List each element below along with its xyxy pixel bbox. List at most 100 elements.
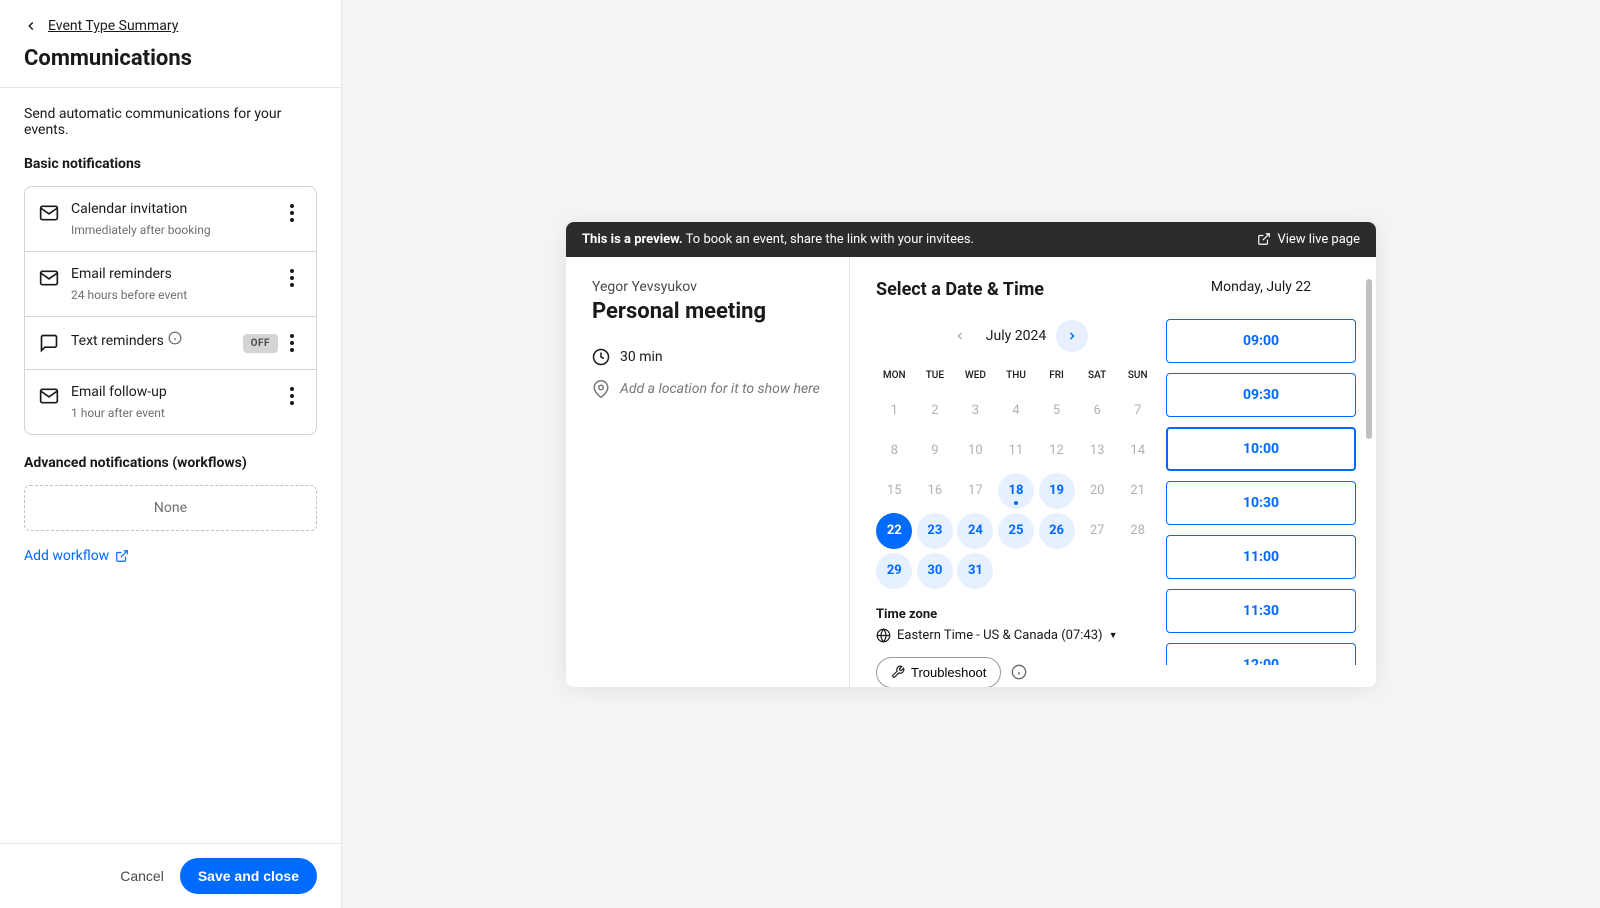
time-slot[interactable]: 10:30 — [1166, 481, 1356, 525]
back-link[interactable]: Event Type Summary — [24, 18, 178, 34]
save-button[interactable]: Save and close — [180, 858, 317, 894]
calendar-day[interactable]: 22 — [876, 513, 912, 549]
sidebar: Event Type Summary Communications Send a… — [0, 0, 342, 908]
calendar-day[interactable]: 31 — [957, 553, 993, 589]
calendar-day — [998, 553, 1034, 589]
dow-label: WED — [957, 366, 994, 389]
mail-icon — [39, 268, 59, 288]
mail-icon — [39, 386, 59, 406]
calendar-day: 14 — [1120, 433, 1156, 469]
calendar-day: 16 — [917, 473, 953, 509]
more-menu-button[interactable] — [282, 266, 302, 290]
mail-icon — [39, 203, 59, 223]
notification-subtitle: 24 hours before event — [71, 288, 282, 302]
info-icon[interactable] — [168, 331, 182, 345]
calendar-day — [1079, 553, 1115, 589]
wrench-icon — [891, 665, 905, 679]
calendar-day: 6 — [1079, 393, 1115, 429]
location-icon — [592, 380, 610, 398]
calendar-day: 13 — [1079, 433, 1115, 469]
dow-label: FRI — [1038, 366, 1075, 389]
meeting-title: Personal meeting — [592, 299, 823, 324]
time-slot[interactable]: 09:30 — [1166, 373, 1356, 417]
calendar-day[interactable]: 30 — [917, 553, 953, 589]
calendar-day: 8 — [876, 433, 912, 469]
external-link-icon — [1257, 232, 1271, 246]
view-live-link[interactable]: View live page — [1257, 232, 1360, 247]
chevron-right-icon — [1066, 330, 1078, 342]
dow-label: SAT — [1079, 366, 1116, 389]
add-workflow-link[interactable]: Add workflow — [24, 548, 129, 564]
calendar-day: 7 — [1120, 393, 1156, 429]
add-workflow-label: Add workflow — [24, 548, 109, 564]
next-month-button[interactable] — [1056, 320, 1088, 352]
notification-subtitle: 1 hour after event — [71, 406, 282, 420]
prev-month-button[interactable] — [944, 320, 976, 352]
calendar-day: 10 — [957, 433, 993, 469]
troubleshoot-label: Troubleshoot — [911, 665, 986, 680]
notification-item[interactable]: Text remindersOFF — [25, 317, 316, 370]
workflow-empty: None — [24, 485, 317, 531]
time-slot[interactable]: 12:00 — [1166, 643, 1356, 665]
notification-item[interactable]: Calendar invitation Immediately after boo… — [25, 187, 316, 252]
calendar-day: 9 — [917, 433, 953, 469]
calendar-day: 27 — [1079, 513, 1115, 549]
more-menu-button[interactable] — [282, 331, 302, 355]
month-label: July 2024 — [986, 328, 1046, 344]
dow-label: MON — [876, 366, 913, 389]
time-slot[interactable]: 10:00 — [1166, 427, 1356, 471]
cancel-button[interactable]: Cancel — [120, 868, 164, 884]
calendar-day: 4 — [998, 393, 1034, 429]
more-menu-button[interactable] — [282, 384, 302, 408]
advanced-notifications-label: Advanced notifications (workflows) — [24, 455, 317, 471]
chat-icon — [39, 333, 59, 353]
calendar-day[interactable]: 25 — [998, 513, 1034, 549]
view-live-label: View live page — [1277, 232, 1360, 247]
calendar-day: 17 — [957, 473, 993, 509]
info-icon[interactable] — [1011, 664, 1027, 680]
notification-title: Email follow-up — [71, 384, 282, 400]
calendar-day: 2 — [917, 393, 953, 429]
time-slot[interactable]: 09:00 — [1166, 319, 1356, 363]
calendar-day: 28 — [1120, 513, 1156, 549]
notification-list: Calendar invitation Immediately after boo… — [24, 186, 317, 435]
troubleshoot-button[interactable]: Troubleshoot — [876, 657, 1001, 687]
notification-title: Calendar invitation — [71, 201, 282, 217]
chevron-left-icon — [954, 330, 966, 342]
dow-label: SUN — [1119, 366, 1156, 389]
calendar-day: 3 — [957, 393, 993, 429]
calendar-day[interactable]: 29 — [876, 553, 912, 589]
scrollbar[interactable] — [1366, 279, 1372, 439]
notification-title: Text reminders — [71, 331, 243, 349]
notification-item[interactable]: Email follow-up 1 hour after event — [25, 370, 316, 434]
main: This is a preview. To book an event, sha… — [342, 0, 1600, 908]
dow-label: THU — [998, 366, 1035, 389]
preview-bar: This is a preview. To book an event, sha… — [566, 222, 1376, 257]
calendar-day[interactable]: 26 — [1039, 513, 1075, 549]
calendar-day[interactable]: 24 — [957, 513, 993, 549]
chevron-left-icon — [24, 19, 38, 33]
preview-bar-bold: This is a preview. — [582, 232, 683, 247]
selected-date: Monday, July 22 — [1166, 279, 1356, 295]
caret-down-icon: ▼ — [1109, 630, 1118, 641]
page-description: Send automatic communications for your e… — [24, 106, 317, 138]
time-slot[interactable]: 11:00 — [1166, 535, 1356, 579]
meeting-info: Yegor Yevsyukov Personal meeting 30 min … — [566, 257, 850, 687]
calendar-day[interactable]: 23 — [917, 513, 953, 549]
dow-label: TUE — [917, 366, 954, 389]
globe-icon — [876, 628, 891, 643]
page-title: Communications — [24, 46, 317, 71]
more-menu-button[interactable] — [282, 201, 302, 225]
select-title: Select a Date & Time — [876, 279, 1156, 300]
time-slot[interactable]: 11:30 — [1166, 589, 1356, 633]
notification-subtitle: Immediately after booking — [71, 223, 282, 237]
calendar-day[interactable]: 18 — [998, 473, 1034, 509]
host-name: Yegor Yevsyukov — [592, 279, 823, 295]
calendar-day — [1039, 553, 1075, 589]
timezone-select[interactable]: Eastern Time - US & Canada (07:43) ▼ — [876, 628, 1156, 643]
back-label[interactable]: Event Type Summary — [48, 18, 178, 34]
timezone-value: Eastern Time - US & Canada (07:43) — [897, 628, 1103, 643]
notification-item[interactable]: Email reminders24 hours before event — [25, 252, 316, 317]
calendar-day[interactable]: 19 — [1039, 473, 1075, 509]
calendar-day: 21 — [1120, 473, 1156, 509]
